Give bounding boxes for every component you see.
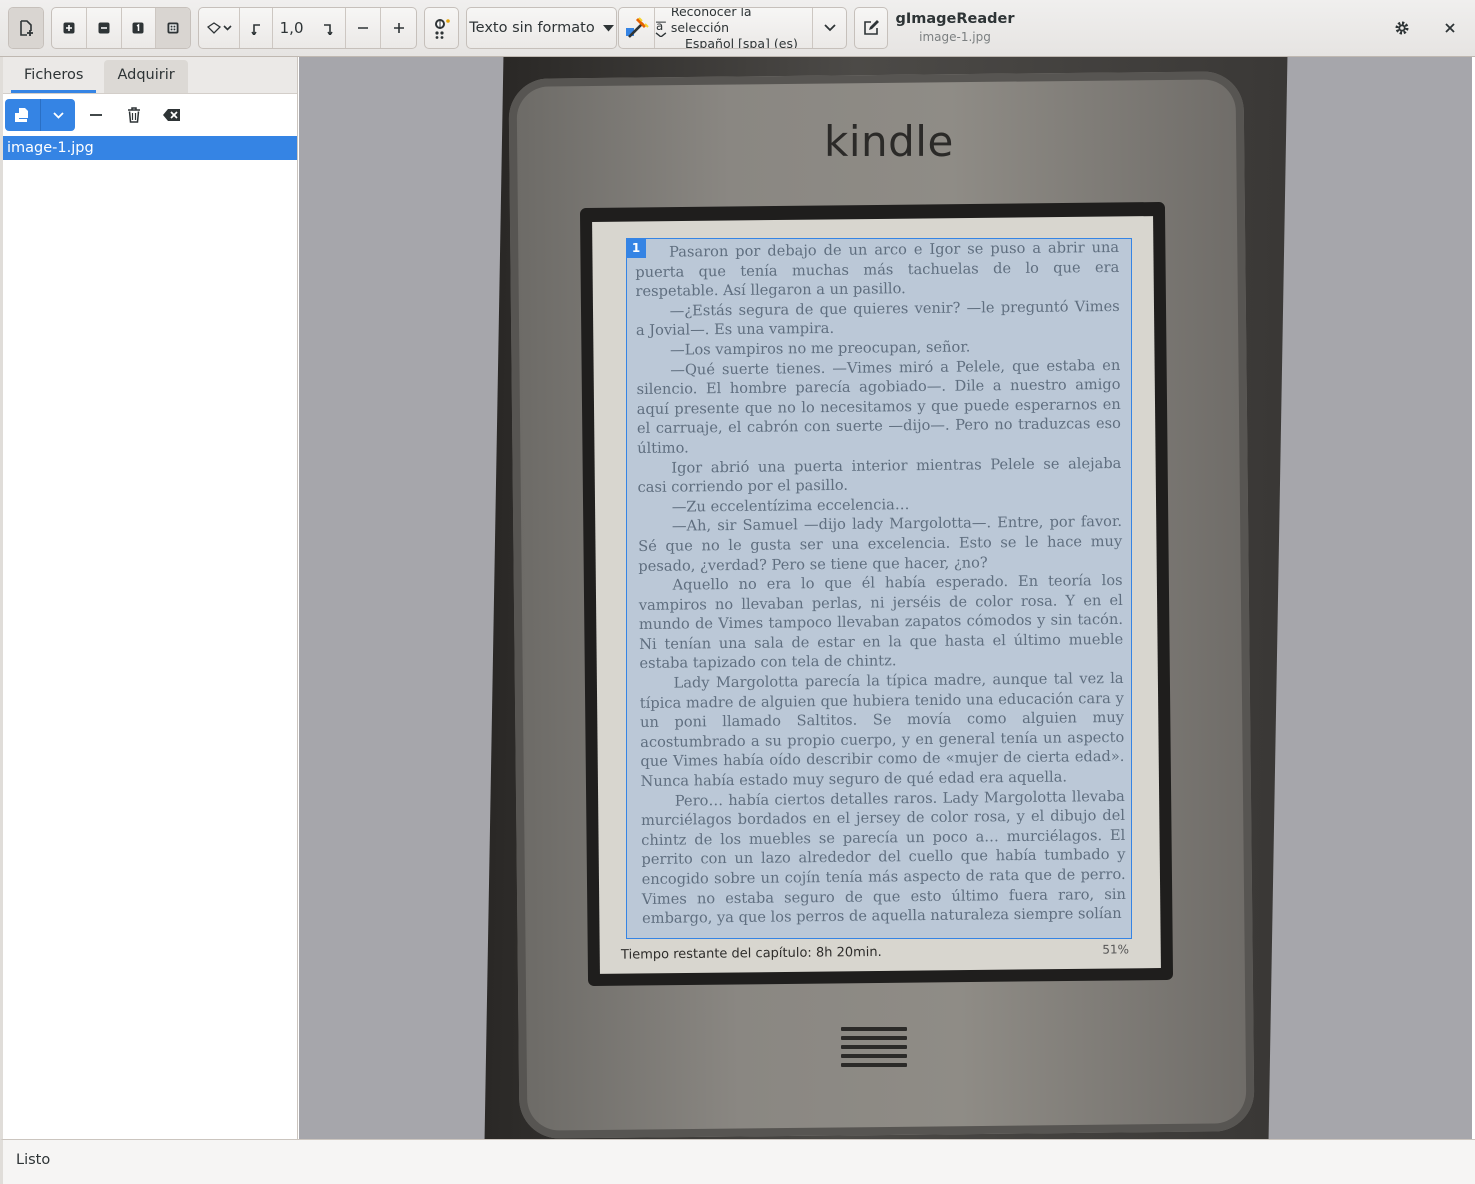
file-toolbar bbox=[3, 96, 297, 134]
add-files-menu-button[interactable] bbox=[40, 99, 75, 131]
magic-wand-icon bbox=[625, 17, 649, 38]
minus-icon bbox=[358, 27, 369, 29]
rotate-left-icon bbox=[251, 24, 260, 35]
dropdown-arrow-icon bbox=[602, 24, 614, 31]
zoom-out-box-icon bbox=[98, 22, 110, 34]
minus-icon bbox=[90, 114, 102, 116]
selection-number-badge[interactable]: 1 bbox=[626, 238, 646, 258]
zoom-fit-button[interactable] bbox=[156, 8, 190, 48]
trash-icon bbox=[128, 107, 140, 123]
status-bar: Listo bbox=[0, 1139, 1475, 1184]
output-mode-dropdown[interactable]: Texto sin formato bbox=[467, 8, 616, 48]
add-files-button[interactable] bbox=[5, 99, 40, 131]
decrease-button[interactable] bbox=[346, 8, 382, 48]
svg-text:a: a bbox=[656, 19, 663, 33]
chapter-time-remaining: Tiempo restante del capítulo: 8h 20min. bbox=[620, 944, 882, 963]
zoom-in-button[interactable] bbox=[52, 8, 87, 48]
zoom-original-icon bbox=[132, 22, 144, 34]
output-mode-group: Texto sin formato bbox=[466, 7, 617, 49]
increase-button[interactable] bbox=[381, 8, 416, 48]
header-bar: 1,0 Texto sin formato a Reconocer la sel… bbox=[0, 0, 1475, 57]
source-button-group bbox=[8, 7, 44, 49]
image-canvas[interactable]: kindle Pasaron por debajo de un arco e I… bbox=[299, 57, 1472, 1139]
ocr-scan-icon: a bbox=[655, 19, 667, 37]
edit-document-icon bbox=[864, 20, 879, 35]
recognize-options-dropdown[interactable] bbox=[813, 8, 846, 48]
zoom-in-box-icon bbox=[63, 22, 75, 34]
image-controls-group bbox=[424, 7, 459, 49]
recognize-group: a Reconocer la selección Español [spa] (… bbox=[618, 7, 847, 49]
brightness-contrast-icon bbox=[434, 19, 450, 39]
ocr-selection-rectangle[interactable] bbox=[626, 238, 1132, 939]
zoom-fit-icon bbox=[167, 22, 179, 34]
add-files-split-button bbox=[5, 99, 75, 131]
window-subtitle: image-1.jpg bbox=[919, 30, 991, 44]
clear-icon bbox=[163, 109, 180, 121]
file-list-item[interactable]: image-1.jpg bbox=[3, 136, 297, 160]
plus-icon bbox=[393, 23, 404, 33]
recognize-language: Español [spa] (es) bbox=[685, 36, 798, 49]
output-mode-label: Texto sin formato bbox=[469, 20, 595, 36]
rotate-right-icon bbox=[323, 24, 333, 35]
recognize-selection-button[interactable]: a Reconocer la selección Español [spa] (… bbox=[655, 8, 813, 48]
recognize-text: Reconocer la selección Español [spa] (es… bbox=[670, 7, 812, 49]
new-document-icon bbox=[20, 20, 33, 36]
recognize-label: Reconocer la selección bbox=[670, 7, 752, 35]
app-title: gImageReader bbox=[895, 11, 1015, 27]
device-menu-button bbox=[841, 1027, 907, 1072]
rotate-right-button[interactable] bbox=[310, 8, 347, 48]
ocr-settings-button[interactable] bbox=[619, 8, 655, 48]
device-logo: kindle bbox=[824, 117, 954, 166]
reading-progress: 51% bbox=[1102, 942, 1130, 957]
image-controls-button[interactable] bbox=[425, 8, 458, 48]
close-icon bbox=[1445, 23, 1455, 33]
add-files-icon bbox=[14, 108, 28, 122]
file-name: image-1.jpg bbox=[7, 140, 94, 156]
chevron-down-icon bbox=[52, 111, 64, 119]
rotate-button-group: 1,0 bbox=[198, 7, 417, 49]
close-window-button[interactable] bbox=[1436, 14, 1464, 42]
rotate-mode-dropdown[interactable] bbox=[199, 8, 240, 48]
rotate-page-icon bbox=[206, 22, 232, 34]
sidebar: Ficheros Adquirir image-1.jpg bbox=[0, 57, 298, 1139]
sidebar-tabs: Ficheros Adquirir bbox=[3, 57, 297, 94]
chevron-down-icon bbox=[823, 24, 836, 32]
zoom-original-button[interactable] bbox=[122, 8, 157, 48]
tab-ficheros[interactable]: Ficheros bbox=[11, 60, 97, 93]
zoom-out-button[interactable] bbox=[87, 8, 122, 48]
status-text: Listo bbox=[16, 1152, 51, 1168]
gear-icon bbox=[1395, 21, 1409, 35]
zoom-button-group bbox=[51, 7, 191, 49]
remove-file-button[interactable] bbox=[77, 99, 115, 131]
tab-adquirir[interactable]: Adquirir bbox=[104, 60, 188, 93]
delete-file-button[interactable] bbox=[115, 99, 153, 131]
rotate-left-button[interactable] bbox=[240, 8, 273, 48]
window-title: gImageReader image-1.jpg bbox=[880, 9, 1030, 45]
clear-files-button[interactable] bbox=[153, 99, 191, 131]
rotation-value: 1,0 bbox=[279, 19, 304, 37]
new-document-button[interactable] bbox=[9, 8, 43, 48]
rotation-value-field[interactable]: 1,0 bbox=[273, 8, 311, 48]
settings-button[interactable] bbox=[1388, 14, 1416, 42]
